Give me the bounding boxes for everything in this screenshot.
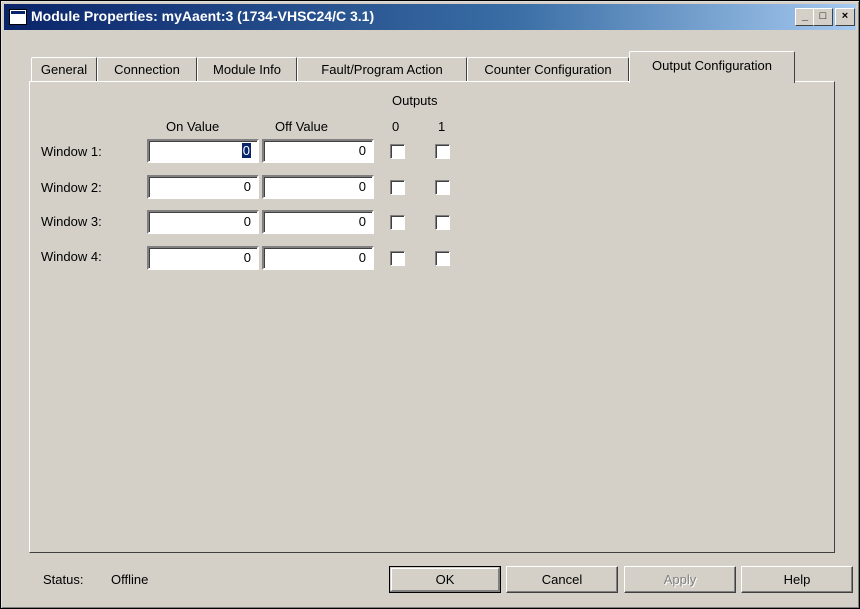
status-label: Status: bbox=[43, 572, 84, 587]
window-2-on-value-input[interactable]: 0 bbox=[147, 175, 259, 199]
window-3-off-value-input[interactable]: 0 bbox=[262, 210, 374, 234]
output-0-header: 0 bbox=[392, 119, 400, 134]
window-2-output-1-checkbox[interactable] bbox=[435, 180, 450, 195]
close-icon[interactable]: × bbox=[835, 8, 855, 26]
window-1-on-value-text: 0 bbox=[241, 143, 251, 158]
window-3-output-1-checkbox[interactable] bbox=[435, 215, 450, 230]
help-button[interactable]: Help bbox=[741, 566, 853, 593]
window-title: Module Properties: myAaent:3 (1734-VHSC2… bbox=[31, 8, 375, 24]
window-app-icon bbox=[9, 9, 27, 25]
cancel-button[interactable]: Cancel bbox=[506, 566, 618, 593]
off-value-header: Off Value bbox=[275, 119, 328, 134]
window-2-label: Window 2: bbox=[41, 180, 102, 195]
ok-button-label: OK bbox=[435, 572, 455, 587]
window-3-on-value-input[interactable]: 0 bbox=[147, 210, 259, 234]
on-value-header: On Value bbox=[166, 119, 220, 134]
module-properties-dialog: Module Properties: myAaent:3 (1734-VHSC2… bbox=[0, 0, 860, 609]
title-bar[interactable]: Module Properties: myAaent:3 (1734-VHSC2… bbox=[4, 4, 856, 30]
output-configuration-panel: Outputs On Value Off Value 0 1 Window 1:… bbox=[29, 81, 835, 553]
window-1-label: Window 1: bbox=[41, 144, 102, 159]
apply-button[interactable]: Apply bbox=[624, 566, 736, 593]
window-1-output-0-checkbox[interactable] bbox=[390, 144, 405, 159]
window-1-off-value-input[interactable]: 0 bbox=[262, 139, 374, 163]
window-4-on-value-input[interactable]: 0 bbox=[147, 246, 259, 270]
tab-general[interactable]: General bbox=[31, 57, 97, 83]
window-4-output-0-checkbox[interactable] bbox=[390, 251, 405, 266]
ok-button[interactable]: OK bbox=[389, 566, 501, 593]
window-3-output-0-checkbox[interactable] bbox=[390, 215, 405, 230]
window-4-output-1-checkbox[interactable] bbox=[435, 251, 450, 266]
tab-connection[interactable]: Connection bbox=[97, 57, 197, 83]
tab-fault-program-action[interactable]: Fault/Program Action bbox=[297, 57, 467, 83]
window-4-label: Window 4: bbox=[41, 249, 102, 264]
outputs-header: Outputs bbox=[392, 93, 438, 108]
status-value: Offline bbox=[111, 572, 149, 587]
window-2-output-0-checkbox[interactable] bbox=[390, 180, 405, 195]
output-1-header: 1 bbox=[438, 119, 446, 134]
window-2-off-value-input[interactable]: 0 bbox=[262, 175, 374, 199]
window-3-label: Window 3: bbox=[41, 214, 102, 229]
maximize-icon[interactable]: □ bbox=[813, 8, 833, 26]
minimize-icon[interactable]: _ bbox=[795, 8, 815, 26]
window-4-off-value-input[interactable]: 0 bbox=[262, 246, 374, 270]
window-1-output-1-checkbox[interactable] bbox=[435, 144, 450, 159]
tab-output-configuration[interactable]: Output Configuration bbox=[629, 51, 795, 83]
window-1-on-value-input[interactable]: 0 bbox=[147, 139, 259, 163]
tab-counter-configuration[interactable]: Counter Configuration bbox=[467, 57, 629, 83]
tab-strip: General Connection Module Info Fault/Pro… bbox=[31, 51, 811, 83]
tab-module-info[interactable]: Module Info bbox=[197, 57, 297, 83]
